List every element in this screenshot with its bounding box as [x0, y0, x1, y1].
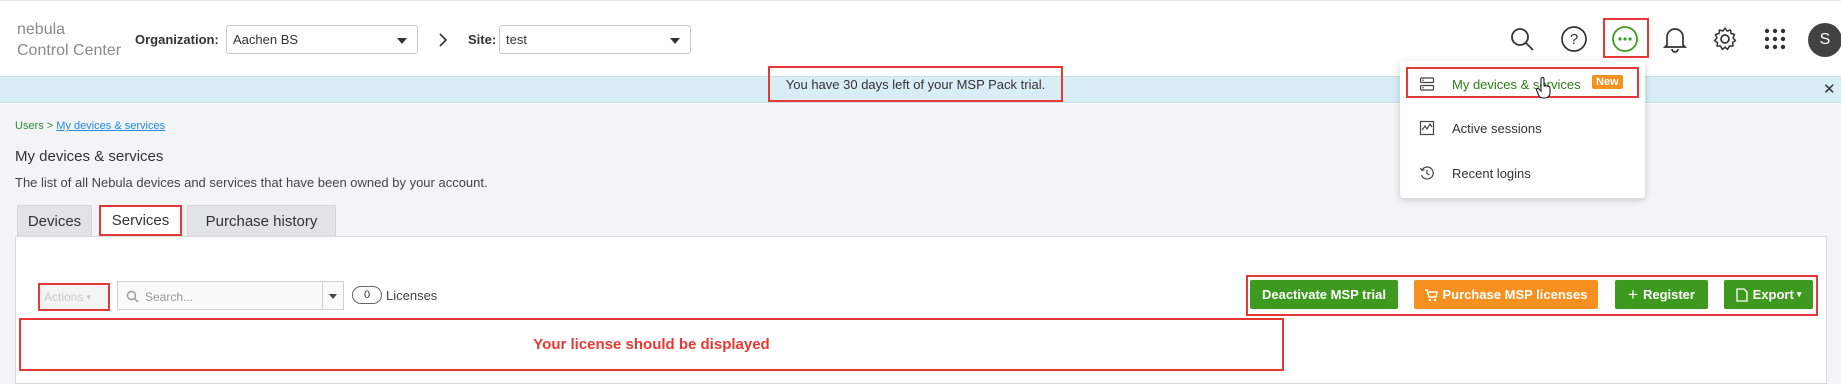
menu-item-label: Recent logins	[1452, 166, 1531, 181]
search-filter-dropdown[interactable]	[322, 282, 343, 309]
chevron-down-icon	[670, 38, 680, 44]
page-description: The list of all Nebula devices and servi…	[15, 175, 488, 190]
chevron-down-icon: ▾	[1796, 289, 1802, 299]
menu-item-recent-logins[interactable]: Recent logins	[1400, 156, 1645, 190]
bell-icon[interactable]	[1659, 23, 1691, 55]
breadcrumb-separator: >	[43, 120, 57, 132]
hand-cursor-icon	[1535, 77, 1551, 99]
search-placeholder: Search...	[145, 290, 194, 304]
organization-value: Aachen BS	[233, 32, 299, 47]
cart-icon	[1425, 288, 1439, 301]
export-label: Export	[1752, 287, 1794, 302]
breadcrumb-current[interactable]: My devices & services	[56, 120, 165, 132]
search-icon[interactable]	[1506, 23, 1538, 55]
apps-grid-icon[interactable]	[1759, 23, 1791, 55]
license-count-label: Licenses	[386, 288, 438, 303]
tab-devices[interactable]: Devices	[17, 205, 92, 236]
purchase-label: Purchase MSP licenses	[1442, 287, 1588, 302]
activity-icon	[1419, 120, 1435, 136]
actions-dropdown[interactable]: Actions ▾	[38, 283, 110, 311]
plus-icon: +	[1628, 284, 1638, 304]
chevron-down-icon: ▾	[86, 291, 91, 302]
menu-item-active-sessions[interactable]: Active sessions	[1400, 111, 1645, 145]
logo-line1: nebula	[17, 21, 66, 38]
app-logo[interactable]: nebula Control Center	[17, 19, 121, 61]
tab-services[interactable]: Services	[99, 205, 182, 236]
site-label: Site:	[468, 32, 497, 47]
page-title: My devices & services	[15, 148, 164, 165]
search-input[interactable]: Search...	[117, 281, 344, 310]
license-count-badge: 0	[352, 286, 382, 304]
file-icon	[1735, 287, 1748, 302]
svg-text:?: ?	[1570, 31, 1578, 48]
menu-item-label: Active sessions	[1452, 121, 1542, 136]
actions-label: Actions	[44, 290, 84, 304]
site-value: test	[506, 32, 527, 47]
deactivate-msp-trial-button[interactable]: Deactivate MSP trial	[1250, 280, 1398, 309]
register-label: Register	[1642, 287, 1695, 302]
tab-purchase-history[interactable]: Purchase history	[187, 205, 336, 236]
search-icon	[126, 290, 139, 303]
breadcrumb-parent[interactable]: Users	[15, 120, 44, 132]
close-icon[interactable]: ✕	[1823, 80, 1836, 98]
site-select[interactable]: test	[499, 25, 691, 54]
register-button[interactable]: + Register	[1615, 280, 1708, 309]
more-icon-highlight	[1603, 18, 1649, 58]
export-button[interactable]: Export ▾	[1724, 280, 1813, 309]
license-message: Your license should be displayed	[19, 318, 1284, 371]
trial-banner-text: You have 30 days left of your MSP Pack t…	[768, 66, 1063, 102]
chevron-right-icon	[439, 33, 448, 47]
organization-select[interactable]: Aachen BS	[226, 25, 418, 54]
help-icon[interactable]: ?	[1558, 23, 1590, 55]
chevron-down-icon	[397, 38, 407, 44]
logo-line2: Control Center	[17, 42, 122, 59]
purchase-msp-licenses-button[interactable]: Purchase MSP licenses	[1414, 280, 1598, 309]
organization-label: Organization:	[135, 32, 219, 47]
new-badge: New	[1592, 75, 1623, 89]
gear-icon[interactable]	[1709, 23, 1741, 55]
avatar[interactable]: S	[1808, 23, 1841, 57]
history-icon	[1419, 166, 1434, 180]
breadcrumb: Users > My devices & services	[15, 120, 165, 132]
